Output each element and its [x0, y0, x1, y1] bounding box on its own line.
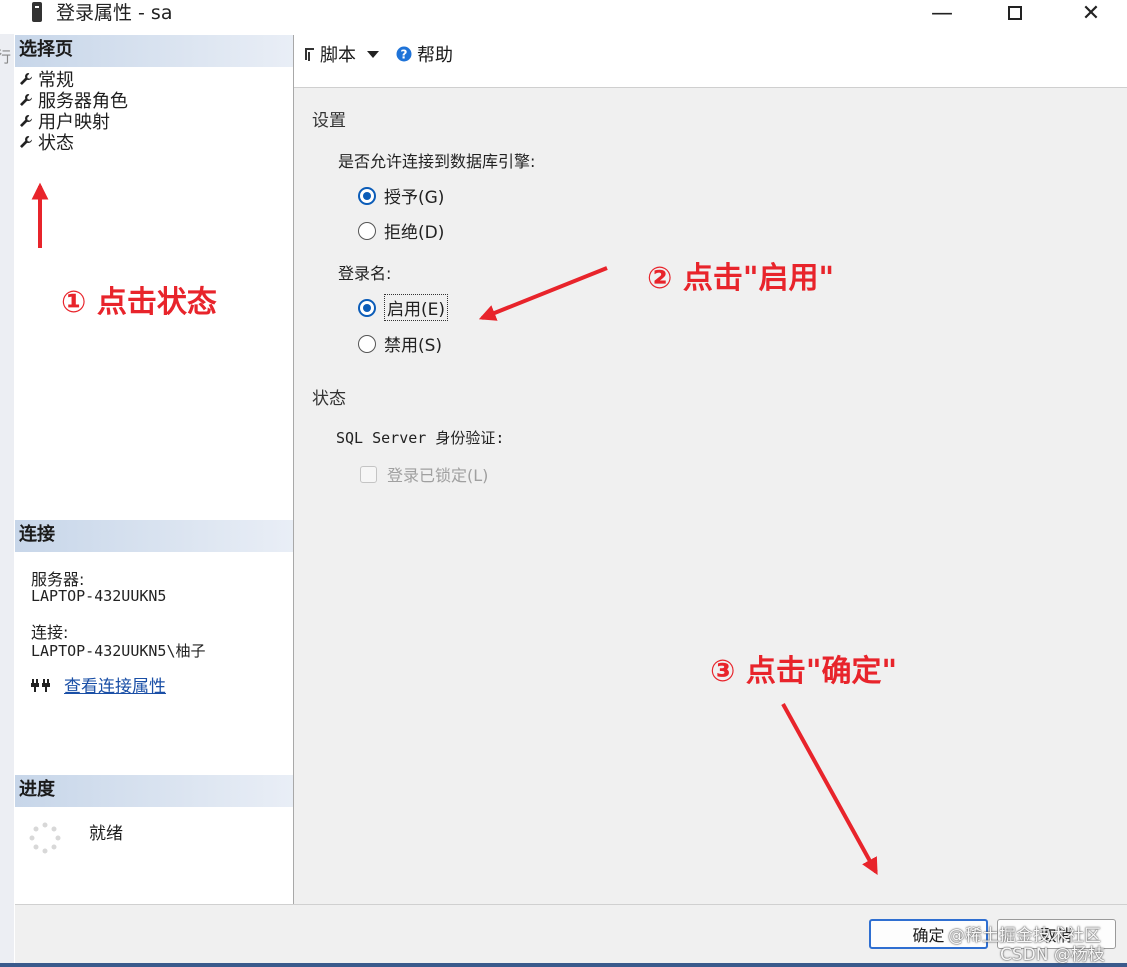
annotation-step3: ③ 点击"确定" [710, 654, 898, 689]
annotation-step2: ② 点击"启用" [647, 261, 835, 296]
arrow-to-ok [781, 703, 878, 875]
annotation-step1: ① 点击状态 [61, 285, 217, 320]
arrow-to-enable [478, 266, 608, 321]
watermark-csdn: CSDN @杨枝 [1000, 945, 1105, 965]
annotation-arrows [31, 182, 878, 875]
